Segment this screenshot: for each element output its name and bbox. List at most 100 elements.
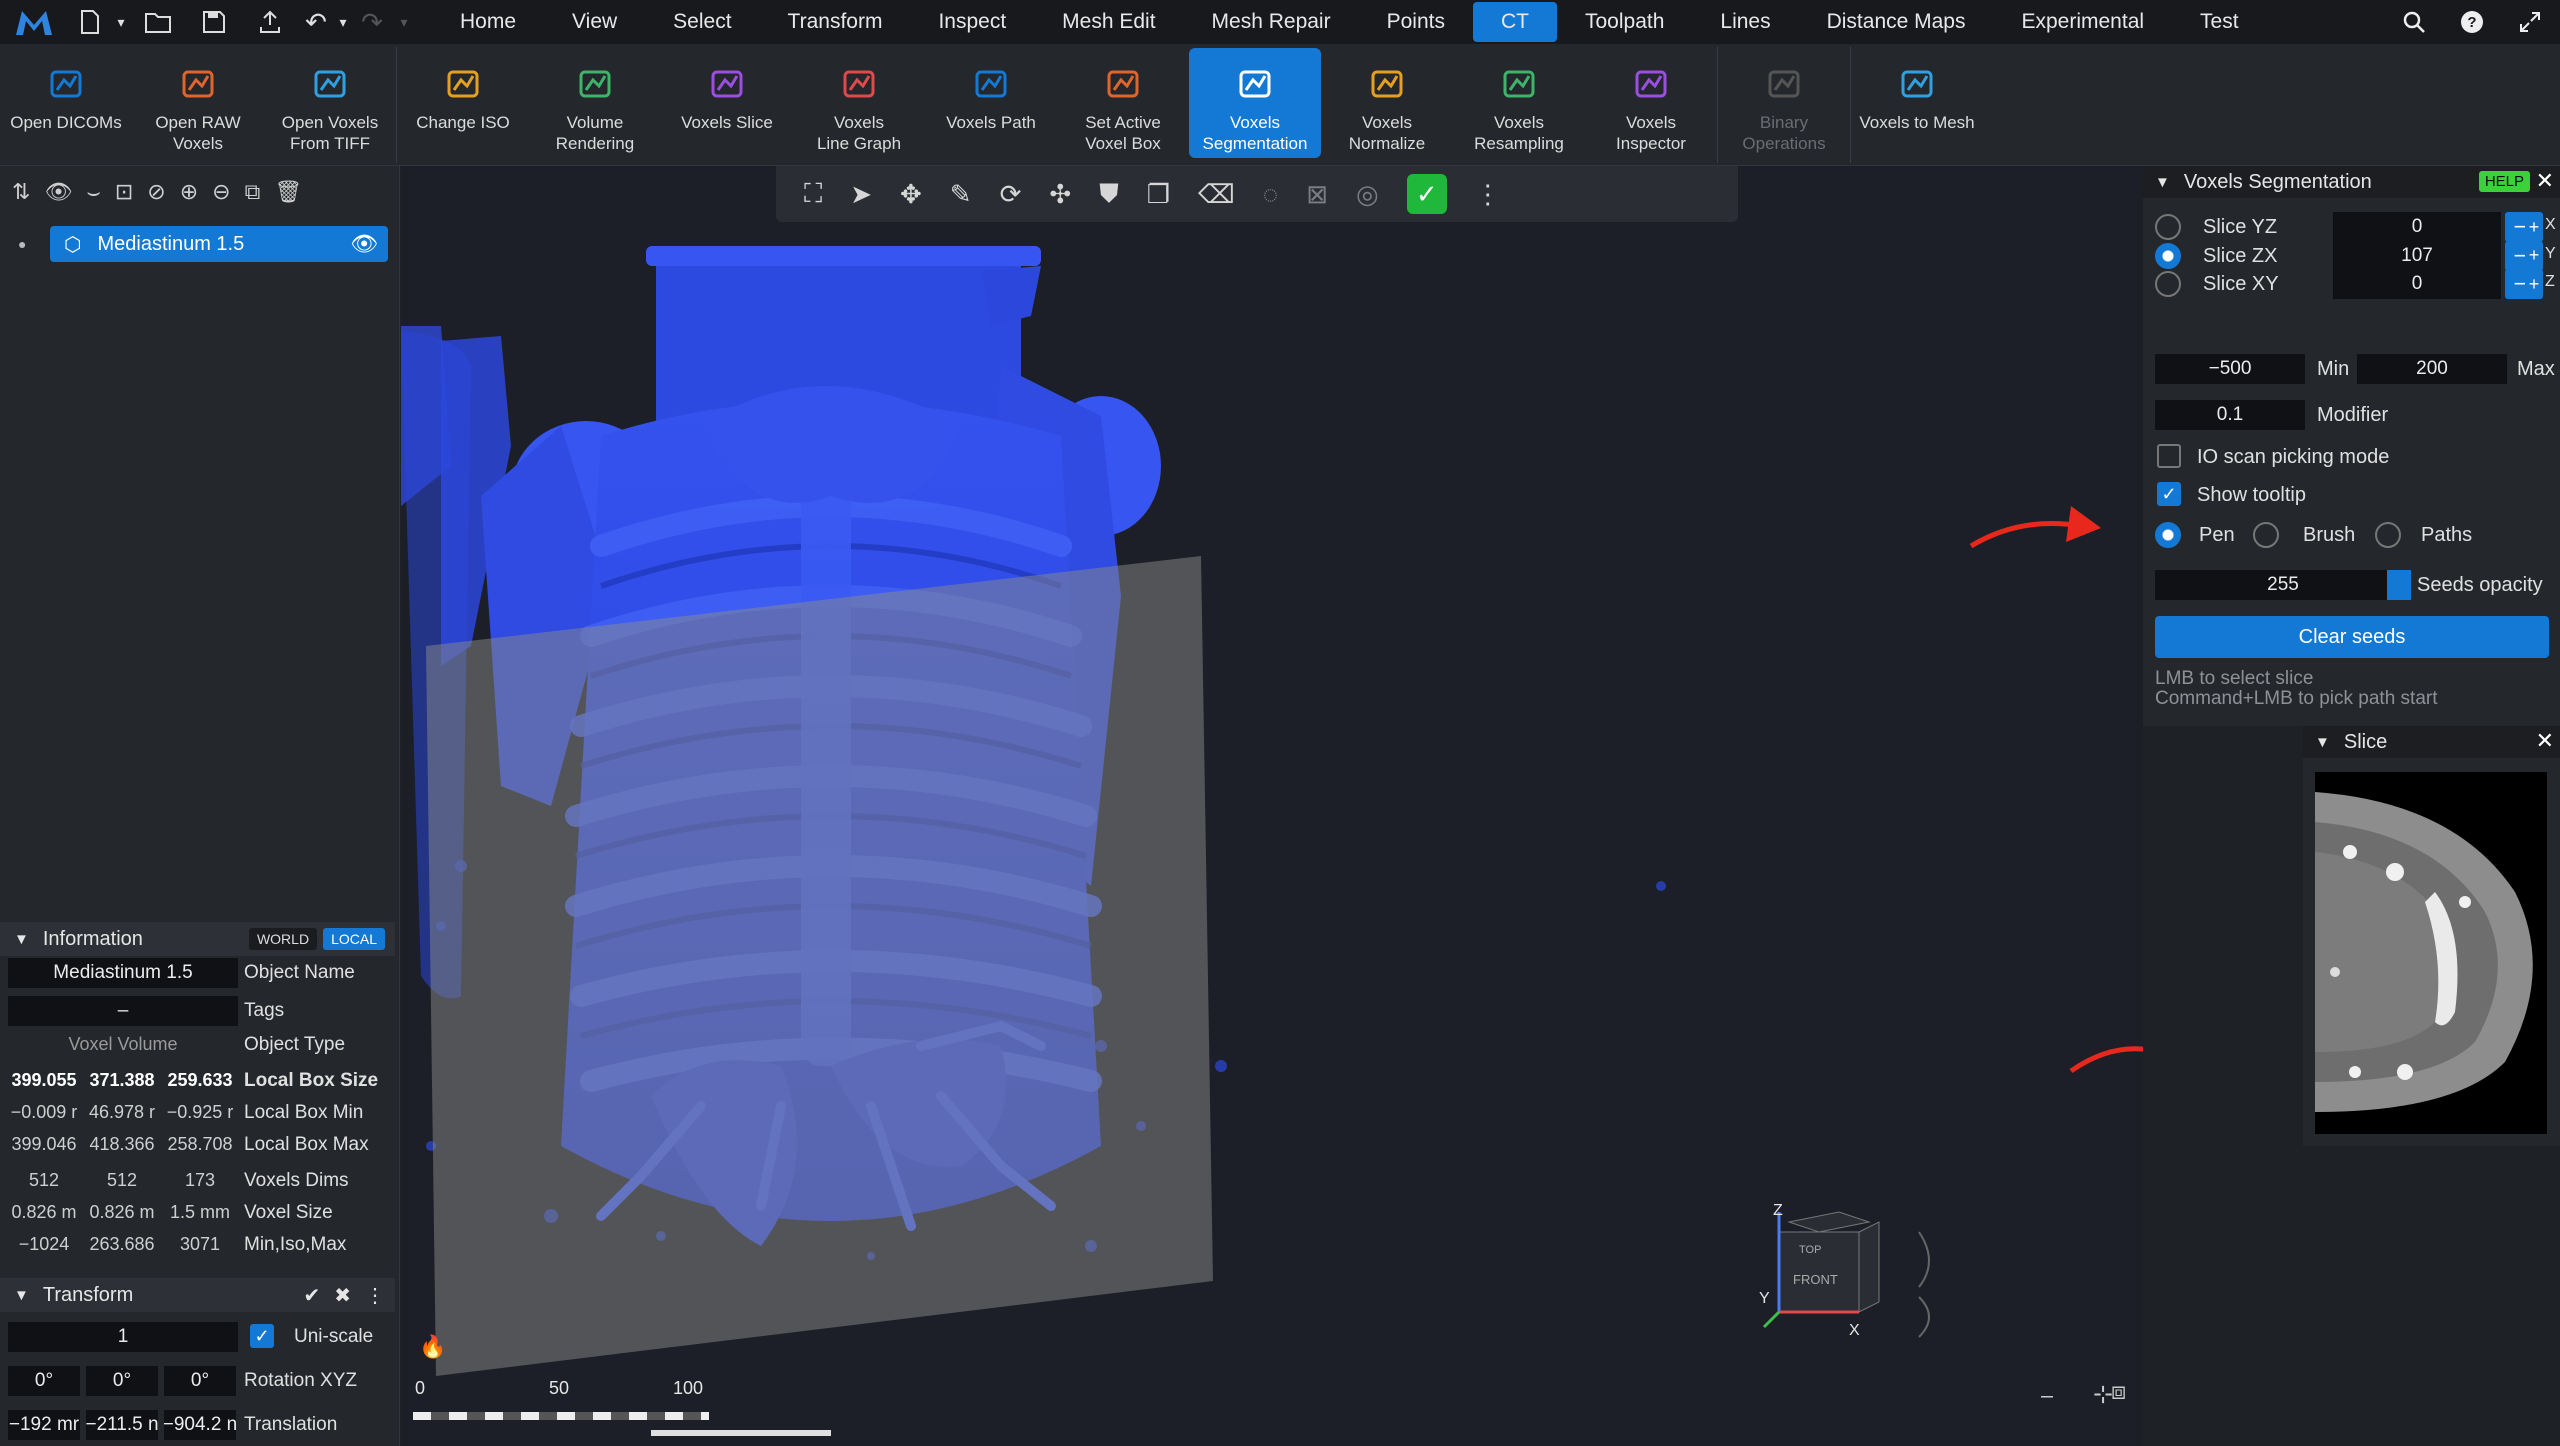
export-icon[interactable] <box>242 0 298 44</box>
world-toggle[interactable]: WORLD <box>248 928 318 950</box>
lasso-icon[interactable]: ◌ <box>1263 179 1278 210</box>
delete-icon[interactable]: 🗑 <box>274 179 302 205</box>
collapse-chevron-icon[interactable]: ▼ <box>14 1287 29 1304</box>
translation-x-field[interactable]: −192 mr <box>8 1410 80 1440</box>
show-all-icon[interactable]: 👁 <box>44 179 72 205</box>
transform-header[interactable]: ▼ Transform ✔ ✖ ⋮ <box>0 1278 395 1312</box>
hide-all-icon[interactable]: ⌣ <box>86 179 100 205</box>
information-header[interactable]: ▼ Information WORLD LOCAL <box>0 922 395 956</box>
menu-tab-home[interactable]: Home <box>432 0 544 44</box>
brush-radio[interactable] <box>2253 522 2279 548</box>
menu-tab-ct[interactable]: CT <box>1472 2 1557 42</box>
reset-close-icon[interactable]: ✖ <box>334 1283 351 1308</box>
rotation-z-field[interactable]: 0° <box>164 1366 236 1396</box>
sort-icon[interactable]: ⇅ <box>12 179 30 205</box>
more-options-icon[interactable]: ⋮ <box>1475 179 1501 210</box>
edit-shape-icon[interactable]: ✎ <box>950 179 972 210</box>
3d-viewport[interactable]: 🔥 0 50 100 ⛶ ➤ ✥ ✎ ⟳ ✣ ⛊ ❐ ⌫ ◌ ⊠ ◎ ✓ ⋮ Z… <box>401 166 2143 1446</box>
ribbon-set-active-voxel-box-button[interactable]: Set Active Voxel Box <box>1057 48 1189 158</box>
show-tooltip-checkbox[interactable]: ✓ <box>2157 482 2181 506</box>
menu-tab-distance-maps[interactable]: Distance Maps <box>1799 0 1994 44</box>
ribbon-voxels-to-mesh-button[interactable]: Voxels to Mesh <box>1851 48 1983 158</box>
ribbon-change-iso-button[interactable]: Change ISO <box>397 48 529 158</box>
menu-tab-toolpath[interactable]: Toolpath <box>1557 0 1692 44</box>
help-badge[interactable]: HELP <box>2478 171 2530 192</box>
collapse-chevron-icon[interactable]: ▼ <box>2155 174 2170 191</box>
seeds-opacity-field[interactable]: 255 <box>2155 570 2411 600</box>
open-folder-icon[interactable] <box>130 0 186 44</box>
more-menu-icon[interactable]: ⋮ <box>365 1283 385 1308</box>
close-icon[interactable]: ✕ <box>2536 728 2554 754</box>
ribbon-voxels-path-button[interactable]: Voxels Path <box>925 48 1057 158</box>
slice-value-field[interactable]: 107 <box>2333 240 2501 271</box>
box-select-icon[interactable]: ⊠ <box>1306 179 1328 210</box>
confirm-check-icon[interactable]: ✓ <box>1406 174 1447 214</box>
target-icon[interactable]: ◎ <box>1356 179 1379 210</box>
pointer-icon[interactable]: ➤ <box>850 179 872 210</box>
ribbon-open-raw-voxels-button[interactable]: Open RAW Voxels <box>132 48 264 158</box>
tags-field[interactable]: – <box>8 996 238 1026</box>
slice-z-radio[interactable] <box>2155 271 2181 297</box>
ribbon-voxels-normalize-button[interactable]: Voxels Normalize <box>1321 48 1453 158</box>
visibility-eye-icon[interactable]: 👁 <box>350 231 378 257</box>
eraser-icon[interactable]: ⌫ <box>1198 179 1235 210</box>
ribbon-voxels-inspector-button[interactable]: Voxels Inspector <box>1585 48 1717 158</box>
camera-icon[interactable]: ⎯ <box>2041 1382 2053 1410</box>
increment-button[interactable]: + <box>2525 240 2543 271</box>
deselect-icon[interactable]: ⊘ <box>147 179 165 205</box>
slice-header[interactable]: ▼ Slice <box>2303 726 2560 758</box>
ribbon-voxels-resampling-button[interactable]: Voxels Resampling <box>1453 48 1585 158</box>
search-icon[interactable] <box>2384 0 2444 44</box>
slice-y-radio[interactable] <box>2155 242 2181 269</box>
move-down-icon[interactable]: ⊖ <box>212 179 230 205</box>
menu-tab-experimental[interactable]: Experimental <box>1993 0 2172 44</box>
uniscale-checkbox[interactable]: ✓ <box>250 1324 274 1348</box>
ribbon-voxels-line-graph-button[interactable]: Voxels Line Graph <box>793 48 925 158</box>
min-field[interactable]: −500 <box>2155 354 2305 384</box>
slice-value-field[interactable]: 0 <box>2333 269 2501 299</box>
perspective-cube-icon[interactable]: ⧈ <box>2111 1378 2126 1406</box>
paths-radio[interactable] <box>2375 522 2401 548</box>
increment-button[interactable]: + <box>2525 269 2543 299</box>
modifier-field[interactable]: 0.1 <box>2155 400 2305 430</box>
menu-tab-mesh-edit[interactable]: Mesh Edit <box>1034 0 1183 44</box>
help-icon[interactable]: ? <box>2444 0 2500 44</box>
rotate-icon[interactable]: ⟳ <box>1000 179 1022 210</box>
ribbon-voxels-segmentation-button[interactable]: Voxels Segmentation <box>1189 48 1321 158</box>
pen-radio[interactable] <box>2155 522 2181 548</box>
duplicate-icon[interactable]: ⧉ <box>245 179 261 205</box>
scene-tree-item[interactable]: ⬡ Mediastinum 1.5 👁 <box>50 226 388 262</box>
rotation-y-field[interactable]: 0° <box>86 1366 158 1396</box>
menu-tab-mesh-repair[interactable]: Mesh Repair <box>1184 0 1359 44</box>
pivot-icon[interactable]: ✣ <box>1049 179 1071 210</box>
menu-tab-points[interactable]: Points <box>1359 0 1473 44</box>
menu-tab-transform[interactable]: Transform <box>760 0 911 44</box>
ribbon-volume-rendering-button[interactable]: Volume Rendering <box>529 48 661 158</box>
collapse-chevron-icon[interactable]: ▼ <box>2315 734 2330 751</box>
translation-y-field[interactable]: −211.5 n <box>86 1410 158 1440</box>
translation-z-field[interactable]: −904.2 n <box>164 1410 236 1440</box>
redo-dropdown-icon[interactable]: ▾ <box>392 0 416 44</box>
max-field[interactable]: 200 <box>2357 354 2507 384</box>
menu-tab-inspect[interactable]: Inspect <box>910 0 1034 44</box>
menu-tab-select[interactable]: Select <box>645 0 759 44</box>
ct-slice-image[interactable] <box>2315 772 2547 1134</box>
paint-bucket-icon[interactable]: ⛊ <box>1099 178 1119 210</box>
move-icon[interactable]: ✥ <box>900 179 922 210</box>
close-icon[interactable]: ✕ <box>2536 168 2554 194</box>
slice-value-field[interactable]: 0 <box>2333 212 2501 242</box>
view-cube[interactable]: Z Y X TOP FRONT <box>1719 1192 1949 1362</box>
undo-dropdown-icon[interactable]: ▾ <box>334 0 352 44</box>
new-file-icon[interactable] <box>68 0 112 44</box>
io-scan-checkbox[interactable] <box>2157 444 2181 468</box>
ribbon-binary-operations-button[interactable]: Binary Operations <box>1718 48 1850 158</box>
object-name-field[interactable]: Mediastinum 1.5 <box>8 958 238 988</box>
clone-icon[interactable]: ❐ <box>1147 179 1170 210</box>
move-up-icon[interactable]: ⊕ <box>180 179 198 205</box>
clear-seeds-button[interactable]: Clear seeds <box>2155 616 2549 658</box>
menu-tab-lines[interactable]: Lines <box>1692 0 1798 44</box>
rotation-x-field[interactable]: 0° <box>8 1366 80 1396</box>
seeds-opacity-color-swatch[interactable] <box>2387 570 2411 600</box>
ribbon-voxels-slice-button[interactable]: Voxels Slice <box>661 48 793 158</box>
ribbon-open-dicoms-button[interactable]: Open DICOMs <box>0 48 132 158</box>
